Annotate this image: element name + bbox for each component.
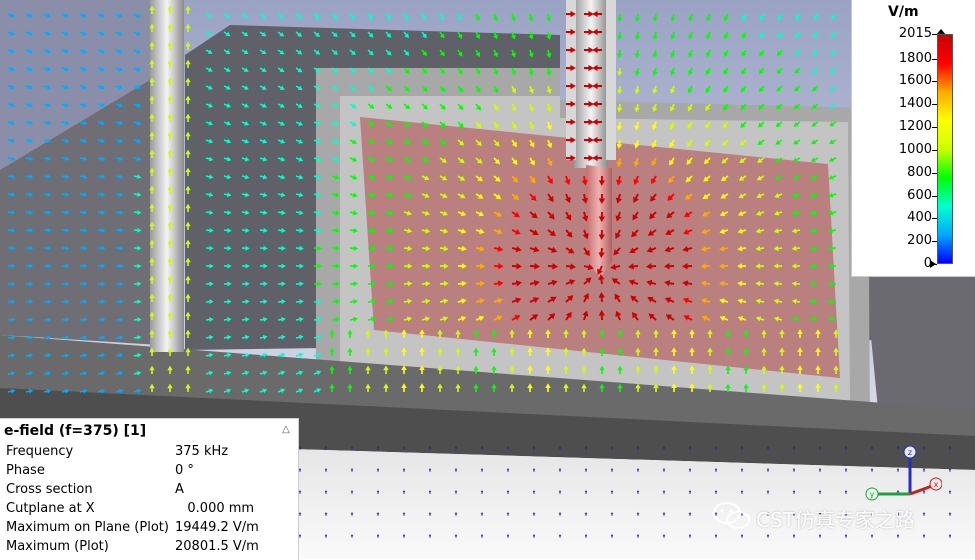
legend-tick-label: 0	[923, 256, 932, 271]
info-row-value: 0 °	[175, 463, 194, 478]
legend-tick-mark	[932, 34, 937, 35]
info-row-key: Phase	[6, 463, 45, 478]
info-row-key: Cutplane at X	[6, 501, 95, 516]
result-info-panel: e-field (f=375) [1] △ Frequency 375 kHz Ph…	[0, 418, 299, 560]
legend-tick-label: 200	[907, 233, 932, 249]
legend-tick-label: 1000	[898, 141, 932, 157]
info-row: Phase 0 °	[6, 463, 296, 481]
legend-tick-mark	[932, 241, 937, 243]
info-row-value: 0.000 mm	[175, 501, 255, 516]
info-row: Frequency 375 kHz	[6, 444, 296, 462]
info-row-key: Maximum on Plane (Plot)	[6, 520, 169, 535]
probe-sheath	[566, 0, 576, 160]
legend-tick-mark	[932, 218, 937, 220]
legend-tick-mark	[932, 149, 937, 151]
legend-tick-mark	[932, 127, 937, 129]
wechat-icon	[713, 502, 750, 529]
legend-tick-label: 2015	[898, 26, 932, 41]
legend-tick-mark	[932, 172, 937, 174]
info-row-value: 19449.2 V/m	[175, 520, 259, 535]
legend-tick-mark	[932, 81, 937, 83]
3d-viewport[interactable]: V/m 2015 1800 1600 1400 1200 1000 800 600 400 200…	[0, 0, 975, 560]
collapse-icon[interactable]: △	[280, 424, 292, 436]
probe-tip	[586, 165, 612, 278]
probe-shaft	[574, 0, 608, 168]
info-row: Maximum (Plot) 20801.5 V/m	[6, 539, 296, 557]
info-row-value: A	[175, 482, 184, 497]
legend-tick-label: 1400	[898, 96, 932, 112]
legend-min-marker-icon	[930, 260, 936, 268]
legend-tick-label: 800	[907, 164, 932, 180]
legend-tick-label: 1600	[898, 73, 932, 89]
legend-tick-label: 600	[907, 187, 932, 203]
info-row-key: Frequency	[6, 444, 74, 459]
info-panel-title: e-field (f=375) [1]	[4, 423, 147, 439]
legend-tick-mark	[932, 104, 937, 106]
left-rod	[150, 0, 184, 352]
axis-y-label: y	[870, 490, 875, 499]
axis-triad-icon: z y x	[865, 445, 942, 501]
info-row-key: Cross section	[6, 482, 93, 497]
legend-tick-label: 400	[907, 210, 932, 226]
probe-sheath-right	[606, 0, 616, 160]
axis-x-label: x	[934, 480, 939, 489]
legend-unit: V/m	[888, 4, 919, 20]
legend-tick-label: 1200	[898, 119, 932, 135]
info-row-value: 20801.5 V/m	[175, 539, 259, 554]
info-row-key: Maximum (Plot)	[6, 539, 109, 554]
legend-tick-mark	[932, 195, 937, 197]
legend-tick-label: 1800	[898, 50, 932, 66]
info-row: Cutplane at X 0.000 mm	[6, 501, 296, 519]
watermark-text: CST仿真专家之路	[756, 508, 915, 532]
info-row-value: 375 kHz	[175, 444, 229, 459]
axis-z-label: z	[908, 448, 912, 457]
info-row: Maximum on Plane (Plot) 19449.2 V/m	[6, 520, 296, 538]
legend-color-bar	[937, 34, 953, 264]
info-row: Cross section A	[6, 482, 296, 500]
color-legend: V/m 2015 1800 1600 1400 1200 1000 800 600 400 200…	[851, 0, 975, 277]
legend-tick-mark	[932, 58, 937, 60]
